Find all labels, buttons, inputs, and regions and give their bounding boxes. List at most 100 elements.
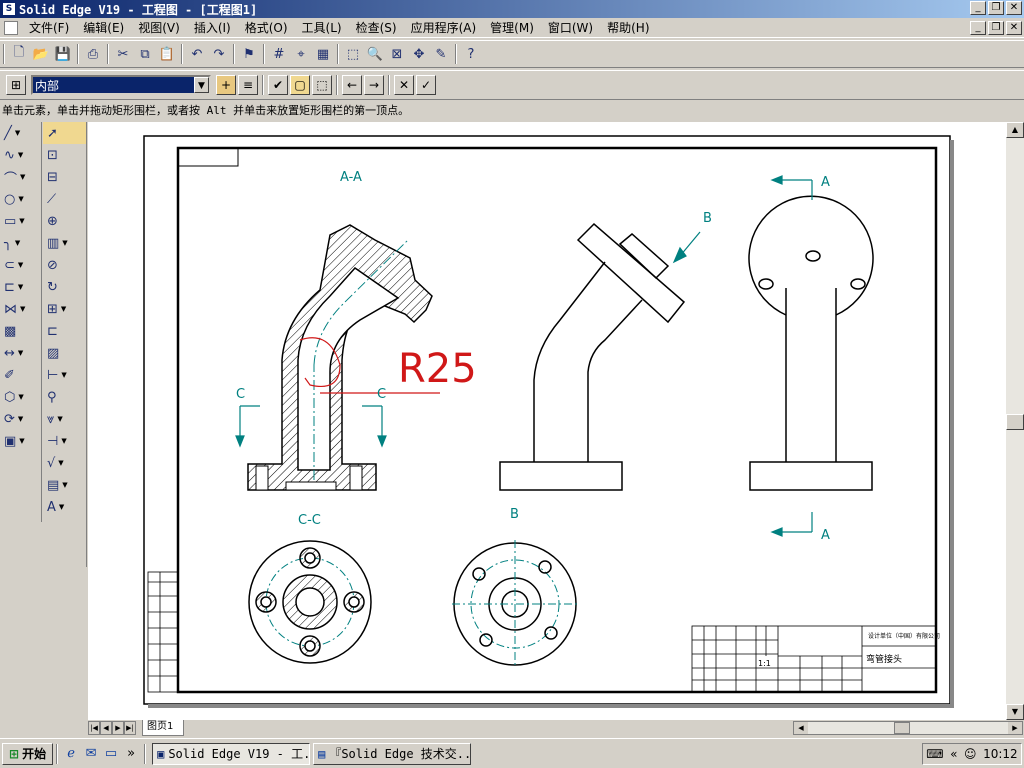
- doc-restore-button[interactable]: ❐: [988, 21, 1004, 35]
- back-arrow-icon[interactable]: ←: [342, 75, 362, 95]
- sheet-setup-icon[interactable]: ▦: [312, 43, 334, 65]
- update-icon[interactable]: ⟳ ▼: [0, 408, 41, 430]
- auxiliary-view-icon[interactable]: ⟋: [43, 188, 86, 210]
- forward-arrow-icon[interactable]: →: [364, 75, 384, 95]
- chevron-down-icon[interactable]: ▼: [194, 77, 209, 93]
- drawing-canvas[interactable]: A-A R25 C C B A A C-C B 设计单位（中国）有限公司 弯管接…: [88, 122, 1006, 720]
- relate-icon[interactable]: ⋈ ▼: [0, 298, 41, 320]
- draft-view-icon[interactable]: ⊞ ▼: [43, 298, 86, 320]
- line-icon[interactable]: ╱ ▼: [0, 122, 41, 144]
- help-icon[interactable]: ?: [460, 43, 482, 65]
- ie-icon[interactable]: ℯ: [61, 744, 81, 764]
- balloon-icon[interactable]: ⚲: [43, 386, 86, 408]
- scroll-left-icon[interactable]: ◀: [794, 722, 808, 734]
- note-icon[interactable]: ✐: [0, 364, 41, 386]
- view-link-icon[interactable]: ⊏: [43, 320, 86, 342]
- flag-icon[interactable]: ⚑: [238, 43, 260, 65]
- start-button[interactable]: ⊞ 开始: [2, 742, 54, 765]
- pan-icon[interactable]: ✥: [408, 43, 430, 65]
- vertical-scrollbar[interactable]: ▲ ▼: [1006, 122, 1024, 720]
- rotate-view-icon[interactable]: ↻: [43, 276, 86, 298]
- fence-overlap-icon[interactable]: ⬚: [312, 75, 332, 95]
- menu-insert[interactable]: 插入(I): [187, 18, 238, 38]
- doc-minimize-button[interactable]: _: [970, 21, 986, 35]
- menu-view[interactable]: 视图(V): [131, 18, 187, 38]
- horizontal-scrollbar[interactable]: ◀ ▶: [793, 721, 1023, 735]
- zoom-area-icon[interactable]: ⬚: [342, 43, 364, 65]
- outlook-icon[interactable]: ✉: [81, 744, 101, 764]
- layer-props-icon[interactable]: ≡: [238, 75, 258, 95]
- clock[interactable]: 10:12: [983, 747, 1018, 761]
- arc-icon[interactable]: ⌒ ▼: [0, 166, 41, 188]
- fit-icon[interactable]: ⊠: [386, 43, 408, 65]
- text-icon[interactable]: A ▼: [43, 496, 86, 518]
- first-sheet-icon[interactable]: |◀: [88, 721, 100, 735]
- accept-icon[interactable]: ✓: [416, 75, 436, 95]
- scroll-down-icon[interactable]: ▼: [1006, 704, 1024, 720]
- new-icon[interactable]: 🗋: [8, 43, 30, 65]
- grid-icon[interactable]: #: [268, 43, 290, 65]
- toolbar-grip[interactable]: [3, 44, 5, 64]
- menu-applications[interactable]: 应用程序(A): [404, 18, 484, 38]
- weld-icon[interactable]: ⩔ ▼: [43, 408, 86, 430]
- menu-window[interactable]: 窗口(W): [541, 18, 600, 38]
- table-icon[interactable]: ▤ ▼: [43, 474, 86, 496]
- save-icon[interactable]: 💾: [52, 43, 74, 65]
- scroll-thumb[interactable]: [1006, 414, 1024, 430]
- offset-icon[interactable]: ⊏ ▼: [0, 276, 41, 298]
- settings-icon[interactable]: ✎: [430, 43, 452, 65]
- hatch-icon[interactable]: ▨: [43, 342, 86, 364]
- circle-icon[interactable]: ○ ▼: [0, 188, 41, 210]
- principal-view-icon[interactable]: ⊟: [43, 166, 86, 188]
- fill-icon[interactable]: ▩: [0, 320, 41, 342]
- rectangle-icon[interactable]: ▭ ▼: [0, 210, 41, 232]
- dimension-icon[interactable]: ↔ ▼: [0, 342, 41, 364]
- restore-button[interactable]: ❐: [988, 1, 1004, 15]
- section-cc-view[interactable]: [248, 540, 372, 664]
- fence-inside-icon[interactable]: ▢: [290, 75, 310, 95]
- layer-icon[interactable]: ⊞: [6, 75, 26, 95]
- menu-inspect[interactable]: 检查(S): [349, 18, 404, 38]
- task-forum[interactable]: ▤ 『Solid Edge 技术交...: [313, 742, 472, 765]
- hscroll-thumb[interactable]: [894, 722, 910, 734]
- layer-select[interactable]: 内部 ▼: [31, 75, 211, 95]
- curve-icon[interactable]: ∿ ▼: [0, 144, 41, 166]
- next-sheet-icon[interactable]: ▶: [112, 721, 124, 735]
- menu-tools[interactable]: 工具(L): [295, 18, 349, 38]
- menu-edit[interactable]: 编辑(E): [76, 18, 131, 38]
- menu-help[interactable]: 帮助(H): [600, 18, 656, 38]
- close-button[interactable]: ✕: [1006, 1, 1022, 15]
- zoom-icon[interactable]: 🔍: [364, 43, 386, 65]
- print-icon[interactable]: ⎙: [82, 43, 104, 65]
- snap-icon[interactable]: ⌖: [290, 43, 312, 65]
- menu-manage[interactable]: 管理(M): [483, 18, 541, 38]
- fillet-icon[interactable]: ╮ ▼: [0, 232, 41, 254]
- copy-icon[interactable]: ⧉: [134, 43, 156, 65]
- open-icon[interactable]: 📂: [30, 43, 52, 65]
- desktop-icon[interactable]: ▭: [101, 744, 121, 764]
- paste-icon[interactable]: 📋: [156, 43, 178, 65]
- cancel-icon[interactable]: ✕: [394, 75, 414, 95]
- view-wizard-icon[interactable]: ⊡: [43, 144, 86, 166]
- redo-icon[interactable]: ↷: [208, 43, 230, 65]
- detail-view-icon[interactable]: ⊕: [43, 210, 86, 232]
- sheet-tab[interactable]: 图页1: [142, 720, 185, 736]
- undo-icon[interactable]: ↶: [186, 43, 208, 65]
- cut-icon[interactable]: ✂: [112, 43, 134, 65]
- last-sheet-icon[interactable]: ▶|: [124, 721, 136, 735]
- frame-icon[interactable]: ▣ ▼: [0, 430, 41, 452]
- trim-icon[interactable]: ⊂ ▼: [0, 254, 41, 276]
- menu-file[interactable]: 文件(F): [22, 18, 76, 38]
- solid-edge-icon[interactable]: S: [2, 2, 16, 16]
- minimize-button[interactable]: _: [970, 1, 986, 15]
- broken-view-icon[interactable]: ⊘: [43, 254, 86, 276]
- select-arrow-icon[interactable]: ➚: [43, 122, 86, 144]
- menu-format[interactable]: 格式(O): [238, 18, 295, 38]
- datum-icon[interactable]: ⊣ ▼: [43, 430, 86, 452]
- document-icon[interactable]: [4, 20, 18, 35]
- task-solid-edge[interactable]: ▣ Solid Edge V19 - 工...: [152, 742, 311, 765]
- keyboard-icon[interactable]: ⌨: [926, 747, 943, 761]
- quicklaunch-more-icon[interactable]: »: [121, 744, 141, 764]
- layer-add-icon[interactable]: +: [216, 75, 236, 95]
- tray-expand-icon[interactable]: «: [950, 747, 957, 761]
